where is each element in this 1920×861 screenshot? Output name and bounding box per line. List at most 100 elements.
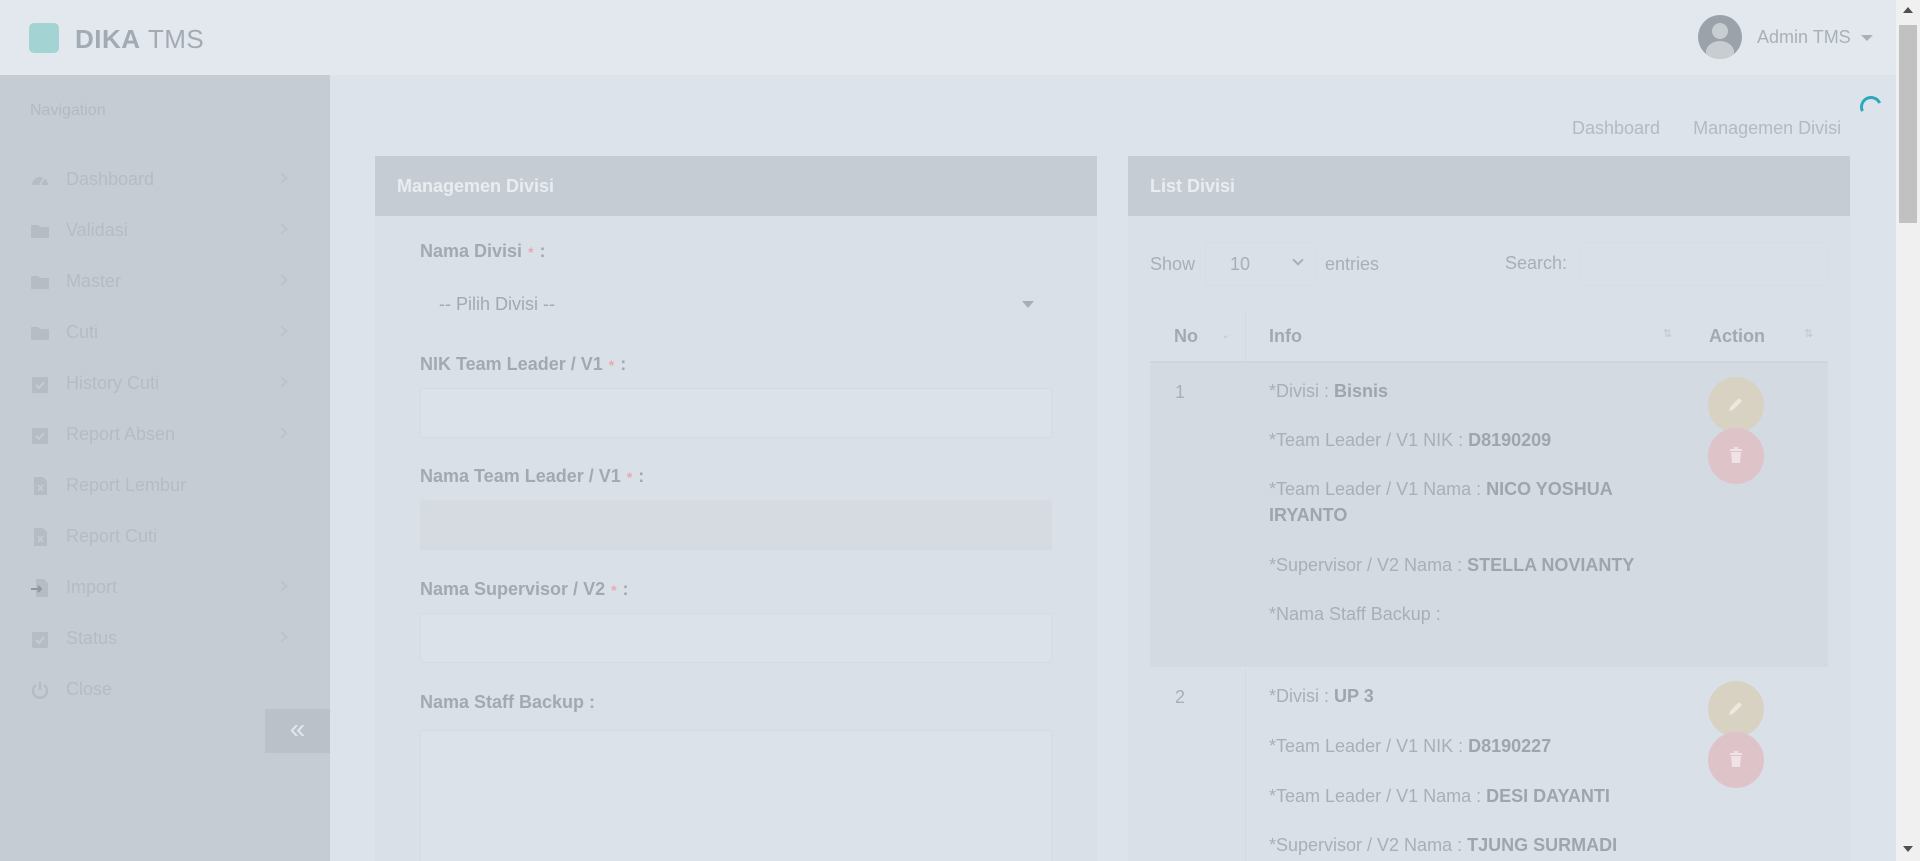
label-text: Nama Divisi <box>420 241 523 261</box>
info-value: DESI DAYANTI <box>1486 786 1610 806</box>
page-scrollbar[interactable] <box>1896 0 1920 861</box>
label-suffix: : <box>620 354 627 374</box>
sidebar-item-label: Report Lembur <box>66 475 187 495</box>
nama-staff-backup-textarea[interactable] <box>420 730 1052 861</box>
info-label: *Supervisor / V2 Nama : <box>1269 835 1468 855</box>
required-mark: * <box>626 469 633 485</box>
chevron-right-icon <box>276 172 288 184</box>
info-divisi: *Divisi : UP 3 <box>1269 683 1669 709</box>
sidebar-item-close[interactable]: Close <box>0 668 330 712</box>
info-tl-nama: *Team Leader / V1 Nama : DESI DAYANTI <box>1269 783 1669 809</box>
nama-team-leader-input[interactable] <box>420 500 1052 550</box>
nama-divisi-select[interactable]: -- Pilih Divisi -- <box>420 282 1050 326</box>
select-value: 10 <box>1230 254 1251 274</box>
required-mark: * <box>608 357 615 373</box>
chevron-right-icon <box>276 325 288 337</box>
page-length-select[interactable]: 10 <box>1205 242 1316 286</box>
loading-spinner-icon <box>1856 92 1886 122</box>
sidebar-item-dashboard[interactable]: Dashboard <box>0 158 330 202</box>
sidebar-item-report-cuti[interactable]: Report Cuti <box>0 515 330 559</box>
calendar-check-icon <box>32 428 48 444</box>
user-avatar[interactable] <box>1698 15 1742 59</box>
chevron-right-icon <box>276 223 288 235</box>
folder-icon <box>31 225 49 238</box>
info-tl-nik: *Team Leader / V1 NIK : D8190227 <box>1269 733 1669 759</box>
sidebar-item-status[interactable]: Status <box>0 617 330 661</box>
info-value: Bisnis <box>1334 381 1389 401</box>
user-menu-name[interactable]: Admin TMS <box>1757 27 1851 48</box>
scroll-up-icon[interactable] <box>1903 7 1913 13</box>
chevron-right-icon <box>276 580 288 592</box>
sidebar-item-label: Import <box>66 577 118 597</box>
sidebar-item-label: Status <box>66 628 118 648</box>
column-divider <box>1245 669 1246 861</box>
info-tl-nama: *Team Leader / V1 Nama : NICO YOSHUA IRY… <box>1269 476 1669 528</box>
excel-file-icon <box>34 477 47 495</box>
chevron-right-icon <box>276 376 288 388</box>
info-label: *Supervisor / V2 Nama : <box>1269 555 1468 575</box>
edit-button[interactable] <box>1708 681 1764 737</box>
info-label: *Nama Staff Backup : <box>1269 604 1441 624</box>
chevron-right-icon <box>276 274 288 286</box>
column-header-action[interactable]: Action <box>1709 310 1765 362</box>
sidebar-item-master[interactable]: Master <box>0 260 330 304</box>
delete-button[interactable] <box>1708 732 1764 788</box>
edit-button[interactable] <box>1708 377 1764 433</box>
sidebar: Navigation Dashboard Validasi Master Cut… <box>0 75 330 861</box>
scrollbar-thumb[interactable] <box>1899 25 1917 223</box>
form-panel-title: Managemen Divisi <box>375 156 1097 216</box>
column-header-no[interactable]: No <box>1174 310 1198 362</box>
sidebar-item-label: Master <box>66 271 122 291</box>
info-divisi: *Divisi : Bisnis <box>1269 378 1669 404</box>
dashboard-icon <box>32 177 48 186</box>
logo-icon[interactable] <box>29 23 59 53</box>
sidebar-item-label: Report Absen <box>66 424 176 444</box>
info-label: *Team Leader / V1 NIK : <box>1269 736 1469 756</box>
sort-icon: ⇅ <box>1663 328 1673 340</box>
search-label: Search: <box>1505 253 1568 273</box>
search-input[interactable] <box>1580 242 1828 286</box>
info-spv-nama: *Supervisor / V2 Nama : STELLA NOVIANTY <box>1269 552 1669 578</box>
sidebar-item-report-lembur[interactable]: Report Lembur <box>0 464 330 508</box>
sidebar-item-validasi[interactable]: Validasi <box>0 209 330 253</box>
scroll-down-icon[interactable] <box>1903 846 1913 852</box>
nama-divisi-label: Nama Divisi *: <box>420 241 546 262</box>
info-value: TJUNG SURMADI <box>1467 835 1618 855</box>
delete-button[interactable] <box>1708 428 1764 484</box>
column-header-info[interactable]: Info <box>1269 310 1302 362</box>
chevron-right-icon <box>276 427 288 439</box>
required-mark: * <box>611 582 617 598</box>
info-value: UP 3 <box>1334 686 1374 706</box>
brand-bold: DIKA <box>75 24 141 54</box>
sidebar-item-label: Dashboard <box>66 169 155 189</box>
sidebar-item-import[interactable]: Import <box>0 566 330 610</box>
nama-supervisor-input[interactable] <box>420 613 1052 663</box>
file-import-icon <box>31 579 48 597</box>
sidebar-item-history-cuti[interactable]: History Cuti <box>0 362 330 406</box>
label-text: Nama Supervisor / V2 <box>420 579 606 599</box>
sidebar-item-label: History Cuti <box>66 373 160 393</box>
sort-icon: ⇅ <box>1804 328 1814 340</box>
calendar-check-icon <box>32 632 48 648</box>
excel-file-icon <box>34 528 47 546</box>
label-suffix: : <box>638 466 645 486</box>
row-number: 2 <box>1175 687 1186 707</box>
info-label: *Team Leader / V1 NIK : <box>1269 430 1469 450</box>
sidebar-collapse-button[interactable]: « <box>265 709 330 753</box>
brand-name[interactable]: DIKA TMS <box>75 24 204 55</box>
sidebar-item-label: Cuti <box>66 322 99 342</box>
sidebar-item-cuti[interactable]: Cuti <box>0 311 330 355</box>
sidebar-item-label: Validasi <box>66 220 128 240</box>
double-chevron-left-icon: « <box>289 713 306 744</box>
row-number: 1 <box>1175 382 1186 402</box>
sidebar-item-report-absen[interactable]: Report Absen <box>0 413 330 457</box>
breadcrumb-dashboard[interactable]: Dashboard <box>1572 118 1660 138</box>
breadcrumb-current: Managemen Divisi <box>1693 118 1842 138</box>
nama-supervisor-label: Nama Supervisor / V2 *: <box>420 579 629 600</box>
label-suffix: : <box>539 241 546 261</box>
info-staff-backup: *Nama Staff Backup : <box>1269 601 1669 627</box>
nik-team-leader-input[interactable] <box>420 388 1052 438</box>
info-label: *Team Leader / V1 Nama : <box>1269 479 1487 499</box>
nama-team-leader-label: Nama Team Leader / V1 *: <box>420 466 644 487</box>
caret-down-icon[interactable] <box>1861 35 1873 41</box>
